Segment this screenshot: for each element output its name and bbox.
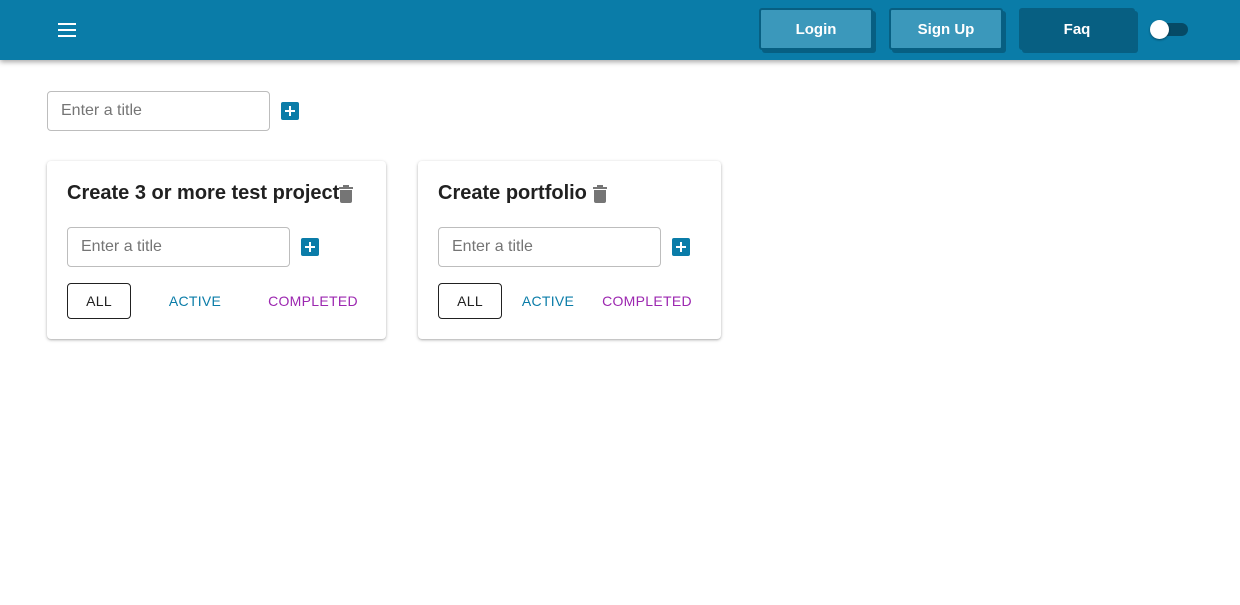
task-title-input[interactable]: [67, 227, 290, 267]
plus-box-icon: [285, 106, 295, 116]
add-todolist-button[interactable]: [281, 102, 299, 120]
filter-all-button[interactable]: ALL: [438, 283, 502, 319]
filter-completed-button[interactable]: COMPLETED: [259, 283, 367, 319]
filter-all-button[interactable]: ALL: [67, 283, 131, 319]
filter-completed-button[interactable]: COMPLETED: [594, 283, 700, 319]
trash-icon: [593, 185, 607, 203]
app-header: Login Sign Up Faq: [0, 0, 1240, 60]
faq-button[interactable]: Faq: [1019, 8, 1135, 50]
filter-active-button[interactable]: ACTIVE: [512, 283, 584, 319]
delete-todolist-button[interactable]: [589, 183, 611, 205]
menu-icon: [58, 23, 76, 37]
add-task-button[interactable]: [672, 238, 690, 256]
theme-toggle[interactable]: [1150, 20, 1188, 39]
todolist-card: Create portfolio ALL ACTIVE COMPLETED: [418, 161, 721, 339]
delete-todolist-button[interactable]: [335, 183, 357, 205]
todolist-title[interactable]: Create 3 or more test project: [67, 182, 339, 205]
sign-up-button[interactable]: Sign Up: [889, 8, 1003, 50]
todolist-card: Create 3 or more test project ALL ACTIVE…: [47, 161, 386, 339]
menu-button[interactable]: [50, 14, 84, 46]
plus-box-icon: [676, 242, 686, 252]
plus-box-icon: [305, 242, 315, 252]
add-task-button[interactable]: [301, 238, 319, 256]
new-todolist-title-input[interactable]: [47, 91, 270, 131]
filter-active-button[interactable]: ACTIVE: [155, 283, 235, 319]
trash-icon: [339, 185, 353, 203]
toggle-thumb: [1150, 20, 1169, 39]
task-title-input[interactable]: [438, 227, 661, 267]
login-button[interactable]: Login: [759, 8, 873, 50]
todolist-title[interactable]: Create portfolio: [438, 182, 587, 205]
